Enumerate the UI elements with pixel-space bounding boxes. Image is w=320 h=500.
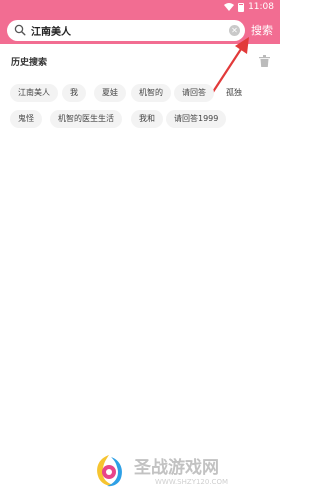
status-bar: 11:08: [0, 0, 280, 16]
status-indicators: 11:08: [224, 2, 274, 12]
trash-icon[interactable]: [259, 55, 270, 67]
history-tag[interactable]: 请回答: [174, 84, 214, 102]
history-tag[interactable]: 请回答1999: [166, 110, 227, 128]
status-time: 11:08: [248, 2, 274, 12]
search-icon: [14, 24, 26, 36]
history-header: 历史搜索: [11, 55, 271, 69]
history-tag[interactable]: 孤独: [218, 84, 250, 102]
history-tag[interactable]: 机智的: [131, 84, 171, 102]
search-input[interactable]: [31, 23, 226, 38]
history-tag[interactable]: 夏娃: [94, 84, 126, 102]
history-tag[interactable]: 机智的医生生活: [50, 110, 122, 128]
watermark-url: WWW.SHZY120.COM: [155, 478, 228, 486]
battery-icon: [238, 2, 245, 12]
watermark: 圣战游戏网 WWW.SHZY120.COM: [90, 450, 270, 495]
watermark-logo: [97, 455, 122, 487]
watermark-title: 圣战游戏网: [134, 458, 219, 478]
history-tag[interactable]: 我: [62, 84, 86, 102]
history-title: 历史搜索: [11, 58, 48, 68]
wifi-icon: [224, 3, 235, 11]
search-button[interactable]: 搜索: [251, 22, 273, 38]
history-tag[interactable]: 鬼怪: [10, 110, 42, 128]
history-tag[interactable]: 江南美人: [10, 84, 58, 102]
history-tag[interactable]: 我和: [131, 110, 163, 128]
